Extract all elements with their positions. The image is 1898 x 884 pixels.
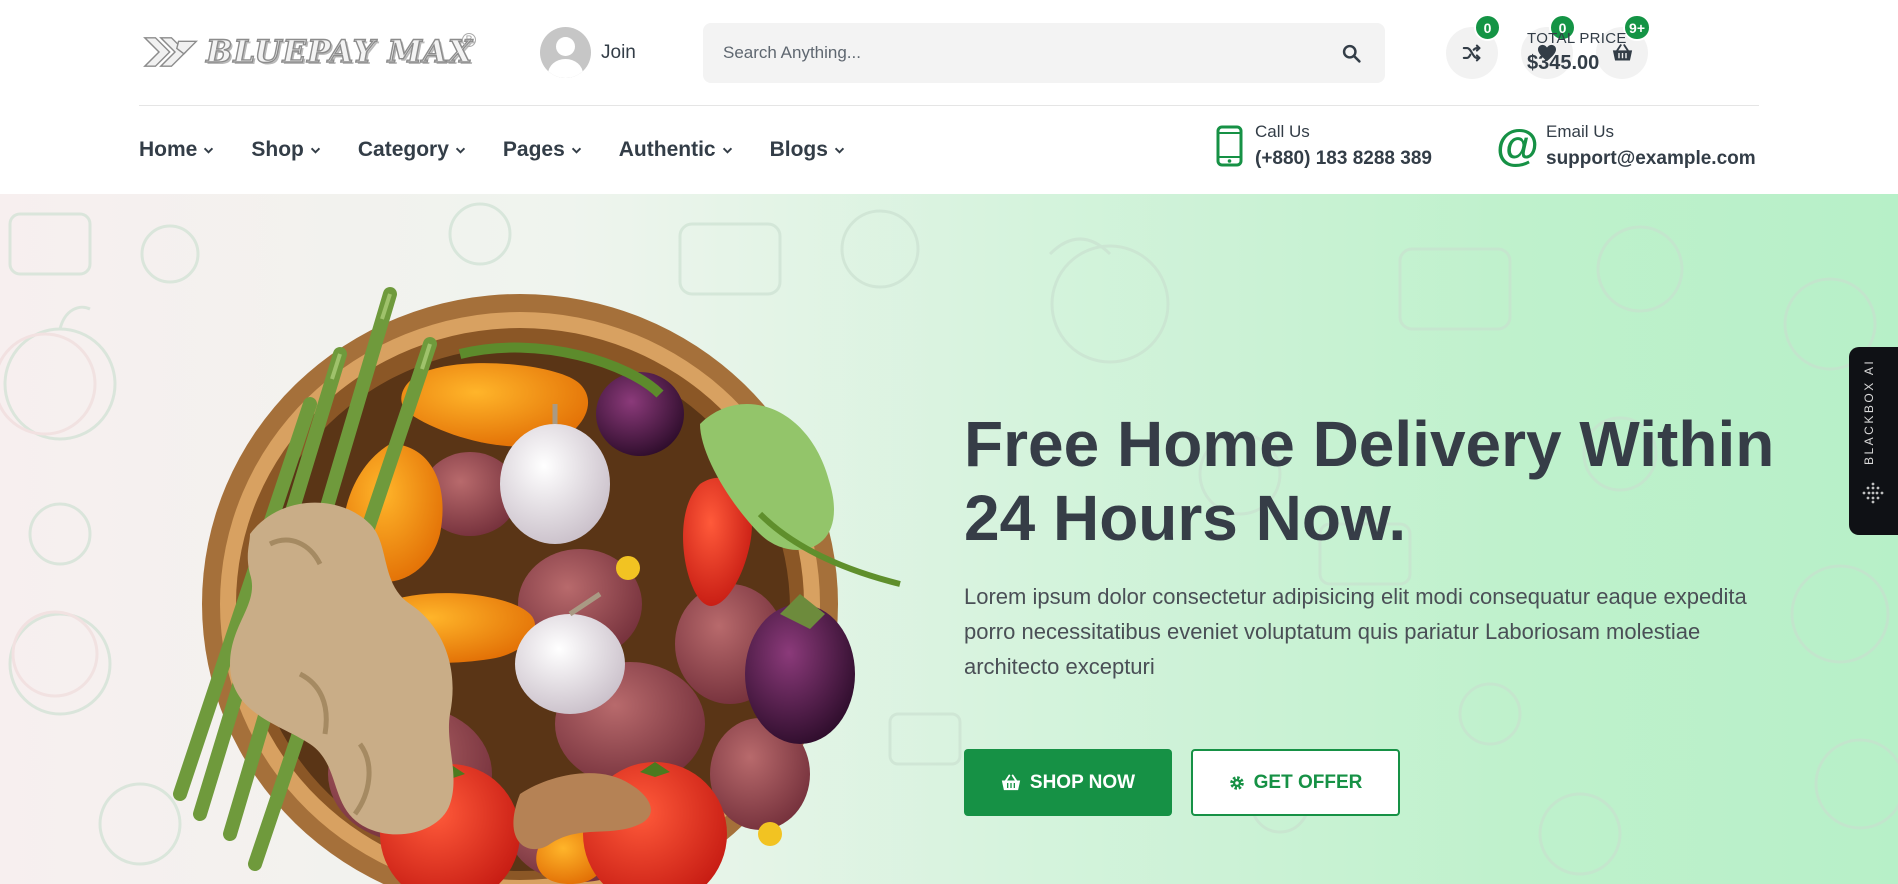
nav-item-blogs[interactable]: Blogs bbox=[770, 138, 845, 162]
join-label: Join bbox=[601, 41, 636, 63]
compare-button[interactable]: 0 bbox=[1446, 14, 1501, 79]
shop-now-button[interactable]: SHOP NOW bbox=[964, 749, 1172, 816]
gear-icon bbox=[1229, 775, 1244, 790]
call-us-label: Call Us bbox=[1255, 122, 1310, 141]
email-us-label: Email Us bbox=[1546, 122, 1615, 141]
call-us-number: (+880) 183 8288 389 bbox=[1255, 148, 1432, 169]
chevron-down-icon bbox=[204, 147, 214, 154]
chevron-down-icon bbox=[310, 147, 320, 154]
search-bar bbox=[703, 23, 1385, 83]
dots-grid-icon bbox=[1862, 482, 1884, 504]
search-icon[interactable] bbox=[1337, 39, 1365, 67]
total-price-value: $345.00 bbox=[1527, 52, 1600, 74]
search-input[interactable] bbox=[723, 43, 1337, 63]
nav-item-label: Category bbox=[357, 138, 449, 161]
logo[interactable]: BLUEPAY MAX R bbox=[143, 30, 476, 74]
total-price-label: TOTAL PRICE bbox=[1527, 30, 1627, 47]
at-icon: @ bbox=[1496, 121, 1539, 170]
get-offer-label: GET OFFER bbox=[1253, 771, 1363, 793]
nav-item-label: Home bbox=[139, 138, 198, 161]
main-nav: Home Shop Category Pages Authentic Blogs bbox=[139, 106, 882, 194]
nav-item-authentic[interactable]: Authentic bbox=[619, 138, 733, 162]
chevron-down-icon bbox=[722, 147, 732, 154]
nav-item-label: Shop bbox=[251, 138, 304, 161]
blackbox-ai-label: BLACKBOX AI bbox=[1862, 358, 1876, 465]
nav-item-category[interactable]: Category bbox=[358, 138, 466, 162]
hero-title: Free Home Delivery Within 24 Hours Now. bbox=[964, 408, 1775, 554]
join-link[interactable]: Join bbox=[540, 27, 636, 78]
nav-item-home[interactable]: Home bbox=[139, 138, 214, 162]
basket-icon bbox=[1001, 774, 1021, 790]
chevron-down-icon bbox=[571, 147, 581, 154]
email-us-address: support@example.com bbox=[1546, 148, 1756, 169]
call-us[interactable]: Call Us (+880) 183 8288 389 bbox=[1216, 122, 1432, 170]
compare-count-badge: 0 bbox=[1474, 14, 1501, 41]
header-top: BLUEPAY MAX R Join 0 0 9+ bbox=[139, 0, 1759, 106]
nav-item-pages[interactable]: Pages bbox=[503, 138, 582, 162]
nav-item-label: Blogs bbox=[769, 138, 828, 161]
shop-now-label: SHOP NOW bbox=[1029, 771, 1136, 793]
hero-banner: Free Home Delivery Within 24 Hours Now. … bbox=[0, 194, 1898, 884]
email-us[interactable]: @ Email Us support@example.com bbox=[1496, 122, 1756, 170]
total-price: TOTAL PRICE $345.00 bbox=[1527, 30, 1627, 75]
vegetable-basket-image bbox=[173, 287, 901, 884]
avatar-icon bbox=[540, 27, 591, 78]
chevron-down-icon bbox=[834, 147, 845, 154]
nav-item-label: Pages bbox=[502, 138, 565, 161]
chevron-down-icon bbox=[455, 147, 466, 154]
nav-item-shop[interactable]: Shop bbox=[251, 138, 321, 162]
shuffle-icon bbox=[1462, 44, 1481, 62]
nav-item-label: Authentic bbox=[618, 138, 716, 161]
logo-text: BLUEPAY MAX bbox=[205, 33, 473, 70]
logo-mark-icon bbox=[143, 37, 199, 67]
phone-icon bbox=[1216, 125, 1243, 167]
registered-icon: R bbox=[462, 33, 476, 47]
blackbox-ai-tab[interactable]: BLACKBOX AI bbox=[1849, 347, 1898, 535]
get-offer-button[interactable]: GET OFFER bbox=[1191, 749, 1400, 816]
hero-description: Lorem ipsum dolor consectetur adipisicin… bbox=[964, 584, 1747, 679]
cart-count-badge: 9+ bbox=[1623, 14, 1651, 41]
